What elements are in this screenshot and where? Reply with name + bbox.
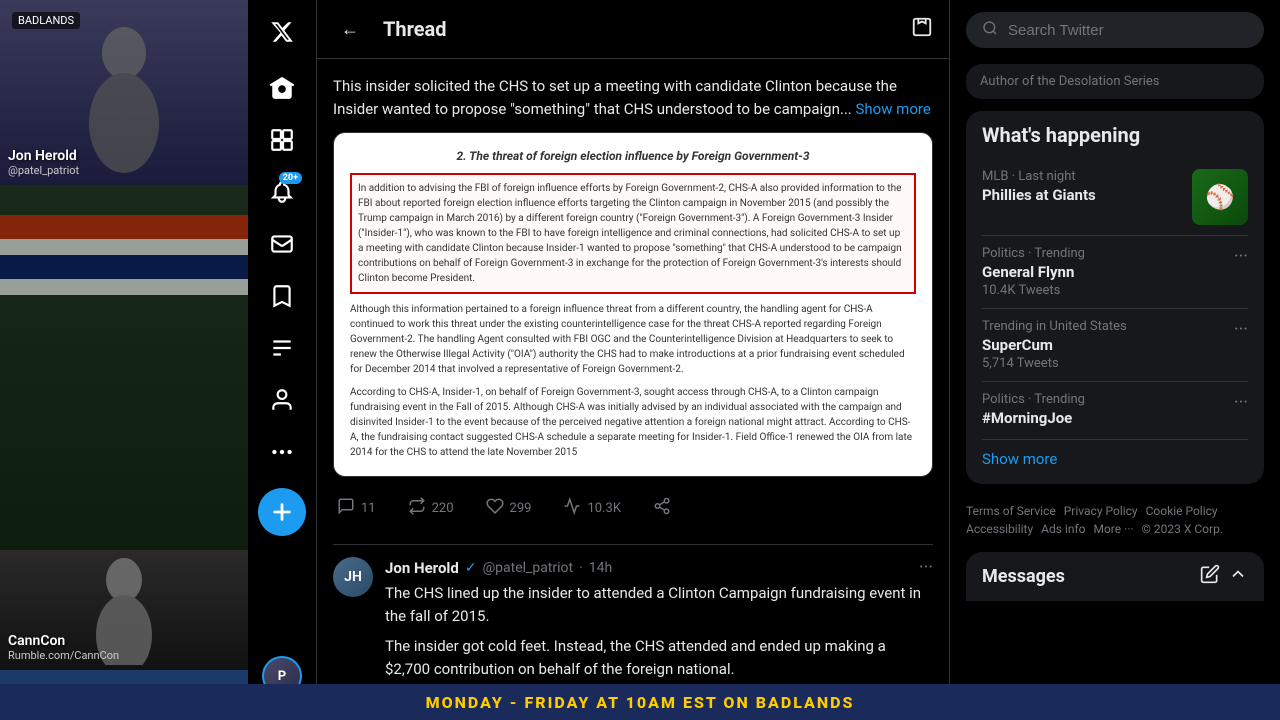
privacy-link[interactable]: Privacy Policy <box>1064 504 1138 518</box>
bottom-stream-name: CannCon <box>8 633 240 649</box>
reply-icon <box>337 497 355 520</box>
home-icon[interactable] <box>258 64 306 112</box>
more-link[interactable]: More ··· <box>1093 522 1133 536</box>
profile-icon[interactable] <box>258 376 306 424</box>
bookmarks-icon[interactable] <box>258 272 306 320</box>
tweet-author-info: Jon Herold ✓ @patel_patriot · 14h <box>385 559 612 577</box>
accessibility-link[interactable]: Accessibility <box>966 522 1033 536</box>
retweet-icon <box>408 497 426 520</box>
cookie-link[interactable]: Cookie Policy <box>1146 504 1218 518</box>
views-count: 10.3K <box>587 501 621 516</box>
whats-happening-title: What's happening <box>982 123 1248 147</box>
trend-item-flynn[interactable]: Politics · Trending General Flynn 10.4K … <box>982 236 1248 309</box>
tweet-more-button[interactable]: ··· <box>919 557 933 578</box>
like-button[interactable]: 299 <box>482 493 536 524</box>
tweet-actions: 11 220 299 <box>333 489 933 528</box>
tos-link[interactable]: Terms of Service <box>966 504 1056 518</box>
compose-button[interactable] <box>258 488 306 536</box>
second-tweet-avatar: JH <box>333 557 373 597</box>
top-stream-handle: @patel_patriot <box>8 164 240 177</box>
twitter-logo-icon[interactable] <box>258 8 306 56</box>
reply-button[interactable]: 11 <box>333 493 380 524</box>
top-stream: BADLANDS Jon Herold @patel_patriot <box>0 0 248 185</box>
trend-item-supercum[interactable]: Trending in United States SuperCum 5,714… <box>982 309 1248 382</box>
bottom-stream-info: CannCon Rumble.com/CannCon <box>8 633 240 662</box>
show-more-button[interactable]: Show more <box>982 440 1248 472</box>
messages-nav-icon[interactable] <box>258 220 306 268</box>
twitter-sidebar: 20+ P <box>248 0 316 720</box>
thread-header: ← Thread <box>317 0 949 59</box>
second-tweet-header: Jon Herold ✓ @patel_patriot · 14h ··· <box>385 557 933 578</box>
trend-more-icon-2[interactable]: ··· <box>1234 319 1248 340</box>
footer-links: Terms of Service Privacy Policy Cookie P… <box>966 496 1264 544</box>
views-button[interactable]: 10.3K <box>559 493 625 524</box>
trend-item-mlb[interactable]: MLB · Last night Phillies at Giants ⚾ <box>982 159 1248 236</box>
bottom-stream-handle: Rumble.com/CannCon <box>8 649 240 662</box>
thread-scroll-area[interactable]: This insider solicited the CHS to set up… <box>317 59 949 720</box>
thread-title: Thread <box>383 17 895 41</box>
tweet-handle: @patel_patriot <box>483 560 574 576</box>
doc-body-1: In addition to advising the FBI of forei… <box>350 173 916 460</box>
document-image: 2. The threat of foreign election influe… <box>333 132 933 477</box>
video-panel: BADLANDS Jon Herold @patel_patriot ON AI… <box>0 0 248 720</box>
top-stream-name: Jon Herold <box>8 148 240 164</box>
copyright-text: © 2023 X Corp. <box>1142 522 1223 536</box>
author-banner: Author of the Desolation Series <box>966 64 1264 99</box>
top-stream-label: BADLANDS <box>12 12 80 29</box>
messages-collapse-icon[interactable] <box>1228 564 1248 589</box>
bottom-stream: ON AIR CannCon Rumble.com/CannCon <box>0 185 248 670</box>
doc-title: 2. The threat of foreign election influe… <box>350 149 916 163</box>
ticker-bar: MONDAY - FRIDAY AT 10AM EST ON BADLANDS <box>0 684 1280 720</box>
verified-badge: ✓ <box>465 560 477 576</box>
doc-highlight: In addition to advising the FBI of forei… <box>350 173 916 294</box>
messages-compose-icon[interactable] <box>1200 564 1220 589</box>
lists-icon[interactable] <box>258 324 306 372</box>
notifications-icon[interactable]: 20+ <box>258 168 306 216</box>
views-icon <box>563 497 581 520</box>
more-icon[interactable] <box>258 428 306 476</box>
right-sidebar: Author of the Desolation Series What's h… <box>950 0 1280 720</box>
messages-widget: Messages <box>966 552 1264 601</box>
notification-count: 20+ <box>279 172 302 184</box>
top-stream-info: Jon Herold @patel_patriot <box>8 148 240 177</box>
share-icon <box>653 497 671 520</box>
search-input[interactable] <box>1008 22 1248 39</box>
main-content: ← Thread This insider solicited the CHS … <box>316 0 950 720</box>
retweet-count: 220 <box>432 501 454 516</box>
tweet-author-name: Jon Herold <box>385 559 459 577</box>
explore-icon[interactable] <box>258 116 306 164</box>
back-button[interactable]: ← <box>333 12 367 46</box>
reply-count: 11 <box>361 501 376 516</box>
bookmark-icon[interactable] <box>911 16 933 43</box>
mlb-image: ⚾ <box>1192 169 1248 225</box>
first-tweet-text: This insider solicited the CHS to set up… <box>333 75 933 120</box>
ads-link[interactable]: Ads info <box>1041 522 1085 536</box>
like-icon <box>486 497 504 520</box>
second-tweet-body: The CHS lined up the insider to attended… <box>385 582 933 680</box>
search-bar[interactable] <box>966 12 1264 48</box>
ticker-text: MONDAY - FRIDAY AT 10AM EST ON BADLANDS <box>426 693 855 712</box>
trend-more-icon[interactable]: ··· <box>1234 246 1248 267</box>
search-icon <box>982 20 998 40</box>
trend-more-icon-3[interactable]: ··· <box>1234 392 1248 413</box>
tweet-time: · <box>579 560 583 576</box>
whats-happening-section: What's happening MLB · Last night Philli… <box>966 111 1264 484</box>
retweet-button[interactable]: 220 <box>404 493 458 524</box>
trend-item-morningjoe[interactable]: Politics · Trending #MorningJoe ··· <box>982 382 1248 440</box>
messages-title: Messages <box>982 566 1065 587</box>
share-button[interactable] <box>649 493 675 524</box>
tweet-timestamp: 14h <box>589 560 612 576</box>
like-count: 299 <box>510 501 532 516</box>
show-more-link[interactable]: Show more <box>855 100 930 118</box>
